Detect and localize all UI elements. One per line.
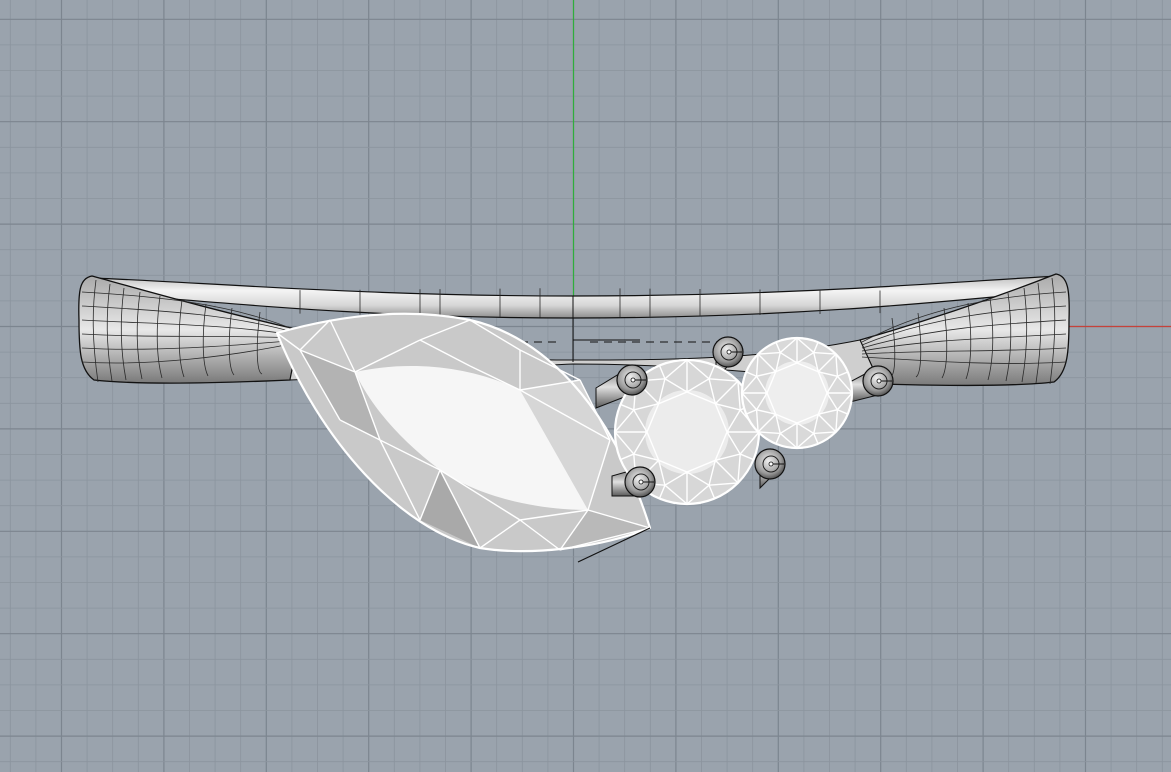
prong-center — [876, 378, 882, 384]
prong-center — [638, 479, 644, 485]
viewport-canvas[interactable] — [0, 0, 1171, 772]
3d-viewport[interactable] — [0, 0, 1171, 772]
prong-center — [630, 377, 636, 383]
construction-grid — [0, 0, 1171, 772]
prong-center — [768, 461, 774, 467]
prong-center — [726, 349, 732, 355]
round-stone-small[interactable] — [740, 336, 854, 450]
marquise-stone[interactable] — [275, 312, 652, 563]
